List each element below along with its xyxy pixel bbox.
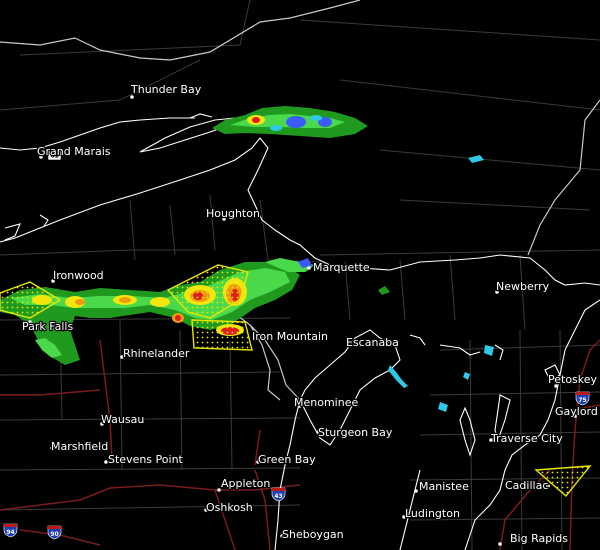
svg-text:Appleton: Appleton	[221, 477, 270, 490]
city-oshkosh: Oshkosh	[204, 500, 254, 515]
svg-text:Park Falls: Park Falls	[22, 320, 73, 333]
city-ironwood: Ironwood	[51, 268, 105, 283]
city-park-falls: Park Falls	[21, 319, 75, 335]
svg-text:Rhinelander: Rhinelander	[123, 347, 190, 360]
svg-text:Houghton: Houghton	[206, 207, 260, 220]
city-escanaba: Escanaba	[345, 335, 400, 351]
city-ludington: Ludington	[402, 506, 461, 521]
city-gaylord: Gaylord	[554, 404, 599, 420]
svg-text:Wausau: Wausau	[101, 413, 144, 426]
svg-text:Sturgeon Bay: Sturgeon Bay	[318, 426, 393, 439]
svg-text:Manistee: Manistee	[419, 480, 469, 493]
warning-polygon-iron-mountain	[191, 319, 253, 351]
svg-text:90: 90	[50, 531, 58, 538]
svg-text:Big Rapids: Big Rapids	[510, 532, 568, 545]
svg-text:Stevens Point: Stevens Point	[108, 453, 184, 466]
city-wausau: Wausau	[100, 412, 146, 428]
city-green-bay: Green Bay	[256, 452, 317, 467]
city-menominee: Menominee	[293, 395, 360, 411]
svg-text:Petoskey: Petoskey	[548, 373, 598, 386]
svg-text:Marshfield: Marshfield	[51, 440, 108, 453]
svg-text:Green Bay: Green Bay	[258, 453, 316, 466]
city-marshfield: Marshfield	[50, 439, 110, 455]
city-rhinelander: Rhinelander	[120, 346, 191, 361]
svg-text:Escanaba: Escanaba	[346, 336, 399, 349]
svg-text:75: 75	[578, 397, 586, 404]
svg-text:94: 94	[6, 529, 14, 536]
city-sheboygan: Sheboygan	[280, 527, 345, 542]
svg-text:Marquette: Marquette	[313, 261, 370, 274]
city-traverse-city: Traverse City	[489, 431, 565, 447]
svg-text:Sheboygan: Sheboygan	[282, 528, 344, 541]
city-marquette: Marquette	[307, 260, 371, 275]
city-sturgeon-bay: Sturgeon Bay	[316, 425, 394, 440]
svg-text:Ironwood: Ironwood	[53, 269, 104, 282]
city-grand-marais: Grand Marais	[36, 144, 112, 160]
map-canvas: 61 75 43 94 90 Thunder Bay Grand Marais …	[0, 0, 600, 550]
svg-text:Newberry: Newberry	[496, 280, 550, 293]
svg-text:Gaylord: Gaylord	[555, 405, 598, 418]
city-stevens-point: Stevens Point	[104, 452, 185, 467]
svg-text:Cadillac: Cadillac	[505, 479, 548, 492]
svg-text:43: 43	[274, 493, 282, 500]
city-houghton: Houghton	[205, 206, 261, 222]
city-appleton: Appleton	[217, 476, 272, 492]
city-petoskey: Petoskey	[547, 372, 599, 388]
svg-text:Traverse City: Traverse City	[490, 432, 563, 445]
svg-text:Menominee: Menominee	[294, 396, 358, 409]
city-cadillac: Cadillac	[504, 478, 550, 493]
svg-text:Oshkosh: Oshkosh	[206, 501, 253, 514]
radar-map: 61 75 43 94 90 Thunder Bay Grand Marais …	[0, 0, 600, 550]
city-iron-mountain: Iron Mountain	[251, 329, 329, 345]
city-newberry: Newberry	[495, 279, 551, 295]
svg-text:Grand Marais: Grand Marais	[37, 145, 111, 158]
svg-text:Thunder Bay: Thunder Bay	[130, 83, 202, 96]
svg-text:Iron Mountain: Iron Mountain	[252, 330, 328, 343]
city-manistee: Manistee	[414, 479, 470, 494]
svg-text:Ludington: Ludington	[405, 507, 460, 520]
